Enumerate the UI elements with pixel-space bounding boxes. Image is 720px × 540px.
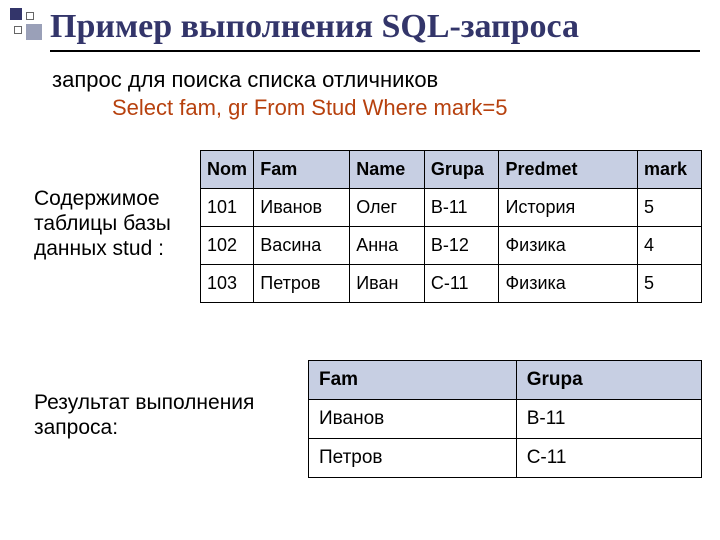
cell-fam: Васина (254, 227, 350, 265)
col-predmet: Predmet (499, 151, 638, 189)
cell-mark: 4 (638, 227, 702, 265)
sql-query-text: Select fam, gr From Stud Where mark=5 (52, 94, 690, 122)
cell-predmet: История (499, 189, 638, 227)
subtitle-text: запрос для поиска списка отличников (52, 67, 438, 92)
col-fam: Fam (309, 361, 517, 400)
cell-nom: 101 (201, 189, 254, 227)
slide-subtitle: запрос для поиска списка отличников Sele… (52, 66, 690, 121)
cell-fam: Петров (254, 265, 350, 303)
square-icon (10, 8, 22, 20)
square-icon (14, 26, 22, 34)
cell-grupa: С-11 (424, 265, 499, 303)
cell-nom: 103 (201, 265, 254, 303)
col-name: Name (350, 151, 425, 189)
cell-predmet: Физика (499, 227, 638, 265)
cell-mark: 5 (638, 265, 702, 303)
stud-table: Nom Fam Name Grupa Predmet mark 101 Иван… (200, 150, 702, 303)
query-result-table: Fam Grupa Иванов В-11 Петров С-11 (308, 360, 702, 478)
table-row: 103 Петров Иван С-11 Физика 5 (201, 265, 702, 303)
col-mark: mark (638, 151, 702, 189)
table-row: Иванов В-11 (309, 400, 702, 439)
table-row: 101 Иванов Олег В-11 История 5 (201, 189, 702, 227)
cell-fam: Иванов (254, 189, 350, 227)
cell-name: Анна (350, 227, 425, 265)
col-nom: Nom (201, 151, 254, 189)
table-row: Петров С-11 (309, 439, 702, 478)
cell-grupa: В-11 (424, 189, 499, 227)
col-grupa: Grupa (424, 151, 499, 189)
result-caption: Результат выполнения запроса: (34, 390, 294, 440)
cell-fam: Петров (309, 439, 517, 478)
square-icon (26, 12, 34, 20)
result-table: Fam Grupa Иванов В-11 Петров С-11 (308, 360, 702, 478)
col-fam: Fam (254, 151, 350, 189)
slide-title: Пример выполнения SQL-запроса (50, 8, 700, 52)
cell-nom: 102 (201, 227, 254, 265)
table-header-row: Fam Grupa (309, 361, 702, 400)
cell-predmet: Физика (499, 265, 638, 303)
table-header-row: Nom Fam Name Grupa Predmet mark (201, 151, 702, 189)
source-table-caption: Содержимое таблицы базы данных stud : (34, 186, 194, 262)
col-grupa: Grupa (516, 361, 701, 400)
table-row: 102 Васина Анна В-12 Физика 4 (201, 227, 702, 265)
cell-name: Иван (350, 265, 425, 303)
cell-grupa: В-11 (516, 400, 701, 439)
cell-fam: Иванов (309, 400, 517, 439)
cell-grupa: В-12 (424, 227, 499, 265)
cell-grupa: С-11 (516, 439, 701, 478)
cell-name: Олег (350, 189, 425, 227)
source-table: Nom Fam Name Grupa Predmet mark 101 Иван… (200, 150, 702, 303)
slide: Пример выполнения SQL-запроса запрос для… (0, 0, 720, 540)
square-icon (26, 24, 42, 40)
cell-mark: 5 (638, 189, 702, 227)
